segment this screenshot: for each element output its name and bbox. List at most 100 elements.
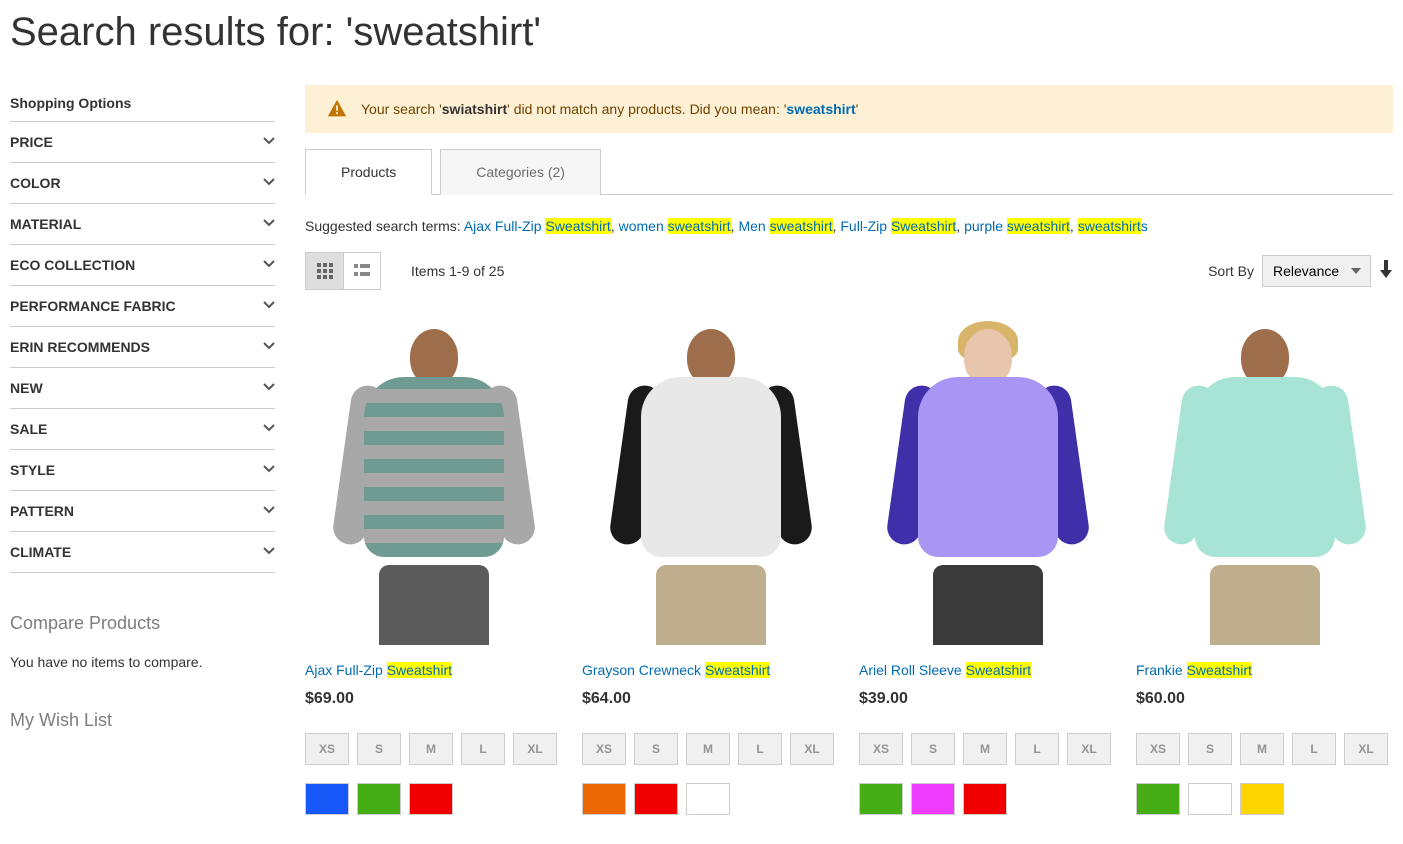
chevron-down-icon [263,257,275,273]
sort-select[interactable]: Relevance [1262,255,1371,287]
search-correction-message: Your search 'swiatshirt' did not match a… [305,85,1393,133]
filter-sale[interactable]: SALE [10,409,275,450]
product-image[interactable] [305,320,562,650]
suggested-term-link[interactable]: women sweatshirt [619,218,731,234]
product-link[interactable]: Ajax Full-Zip Sweatshirt [305,662,452,678]
did-you-mean-link[interactable]: sweatshirt [786,101,855,117]
color-swatch[interactable] [357,783,401,815]
size-swatch-xl[interactable]: XL [513,733,557,765]
filter-label: NEW [10,380,43,396]
product-name: Ajax Full-Zip Sweatshirt [305,662,562,678]
msg-mid: ' did not match any products. Did you me… [507,101,786,117]
product-card: Grayson Crewneck Sweatshirt$64.00XSSMLXL [582,320,839,815]
suggested-term-link[interactable]: sweatshirts [1078,218,1148,234]
size-swatch-m[interactable]: M [963,733,1007,765]
size-swatch-xs[interactable]: XS [1136,733,1180,765]
color-swatch[interactable] [305,783,349,815]
size-swatch-s[interactable]: S [911,733,955,765]
color-swatch[interactable] [1240,783,1284,815]
size-swatch-xl[interactable]: XL [1067,733,1111,765]
size-swatch-l[interactable]: L [1292,733,1336,765]
size-swatches: XSSMLXL [1136,733,1393,765]
result-tabs: Products Categories (2) [305,148,1393,195]
product-card: Ariel Roll Sleeve Sweatshirt $39.00 XSSMLX… [859,320,1116,815]
chevron-down-icon [263,544,275,560]
chevron-down-icon [263,216,275,232]
suggested-label: Suggested search terms: [305,218,464,234]
size-swatch-m[interactable]: M [686,733,730,765]
size-swatch-s[interactable]: S [1188,733,1232,765]
chevron-down-icon [263,462,275,478]
grid-icon [317,263,333,279]
suggested-term-link[interactable]: Men sweatshirt [738,218,832,234]
size-swatch-xs[interactable]: XS [305,733,349,765]
sort-label: Sort By [1208,263,1254,279]
sort-control: Sort By Relevance [1208,255,1393,287]
filter-climate[interactable]: CLIMATE [10,532,275,573]
msg-suffix: ' [856,101,859,117]
tab-products[interactable]: Products [305,149,432,195]
msg-prefix: Your search ' [361,101,442,117]
product-image[interactable] [859,320,1116,650]
size-swatch-m[interactable]: M [1240,733,1284,765]
tab-categories[interactable]: Categories (2) [440,149,601,195]
product-image[interactable] [1136,320,1393,650]
color-swatch[interactable] [1188,783,1232,815]
toolbar: Items 1-9 of 25 Sort By Relevance [305,252,1393,290]
size-swatch-xs[interactable]: XS [582,733,626,765]
product-link[interactable]: Grayson Crewneck Sweatshirt [582,662,770,678]
product-price: $39.00 [859,690,1116,708]
suggested-term-link[interactable]: purple sweatshirt [964,218,1070,234]
color-swatch[interactable] [963,783,1007,815]
filter-price[interactable]: PRICE [10,122,275,163]
product-name: Grayson Crewneck Sweatshirt [582,662,839,678]
product-image[interactable] [582,320,839,650]
filter-new[interactable]: NEW [10,368,275,409]
filter-label: MATERIAL [10,216,81,232]
size-swatch-s[interactable]: S [357,733,401,765]
msg-misspelled: swiatshirt [442,101,507,117]
size-swatch-xl[interactable]: XL [1344,733,1388,765]
product-grid: Ajax Full-Zip Sweatshirt$69.00XSSMLXLGra… [305,320,1393,815]
filter-performance-fabric[interactable]: PERFORMANCE FABRIC [10,286,275,327]
size-swatch-xs[interactable]: XS [859,733,903,765]
color-swatches [1136,783,1393,815]
chevron-down-icon [263,134,275,150]
suggested-term-link[interactable]: Full-Zip Sweatshirt [840,218,956,234]
filter-pattern[interactable]: PATTERN [10,491,275,532]
filter-style[interactable]: STYLE [10,450,275,491]
chevron-down-icon [263,503,275,519]
chevron-down-icon [263,175,275,191]
color-swatch[interactable] [686,783,730,815]
chevron-down-icon [263,339,275,355]
sort-direction-button[interactable] [1379,260,1393,283]
size-swatch-xl[interactable]: XL [790,733,834,765]
list-view-button[interactable] [343,252,381,290]
color-swatch[interactable] [911,783,955,815]
product-link[interactable]: Ariel Roll Sleeve Sweatshirt [859,662,1031,678]
color-swatch[interactable] [1136,783,1180,815]
suggested-term-link[interactable]: Ajax Full-Zip Sweatshirt [464,218,611,234]
product-link[interactable]: Frankie Sweatshirt [1136,662,1252,678]
color-swatches [582,783,839,815]
filter-material[interactable]: MATERIAL [10,204,275,245]
size-swatch-l[interactable]: L [461,733,505,765]
product-price: $69.00 [305,690,562,708]
wishlist-title: My Wish List [10,710,275,731]
color-swatch[interactable] [582,783,626,815]
color-swatch[interactable] [409,783,453,815]
filter-label: PRICE [10,134,53,150]
size-swatch-l[interactable]: L [1015,733,1059,765]
filter-eco-collection[interactable]: ECO COLLECTION [10,245,275,286]
grid-view-button[interactable] [305,252,343,290]
warning-icon [325,97,349,121]
chevron-down-icon [263,298,275,314]
color-swatch[interactable] [634,783,678,815]
color-swatch[interactable] [859,783,903,815]
size-swatch-m[interactable]: M [409,733,453,765]
filter-label: COLOR [10,175,61,191]
filter-erin-recommends[interactable]: ERIN RECOMMENDS [10,327,275,368]
size-swatch-l[interactable]: L [738,733,782,765]
size-swatch-s[interactable]: S [634,733,678,765]
filter-color[interactable]: COLOR [10,163,275,204]
